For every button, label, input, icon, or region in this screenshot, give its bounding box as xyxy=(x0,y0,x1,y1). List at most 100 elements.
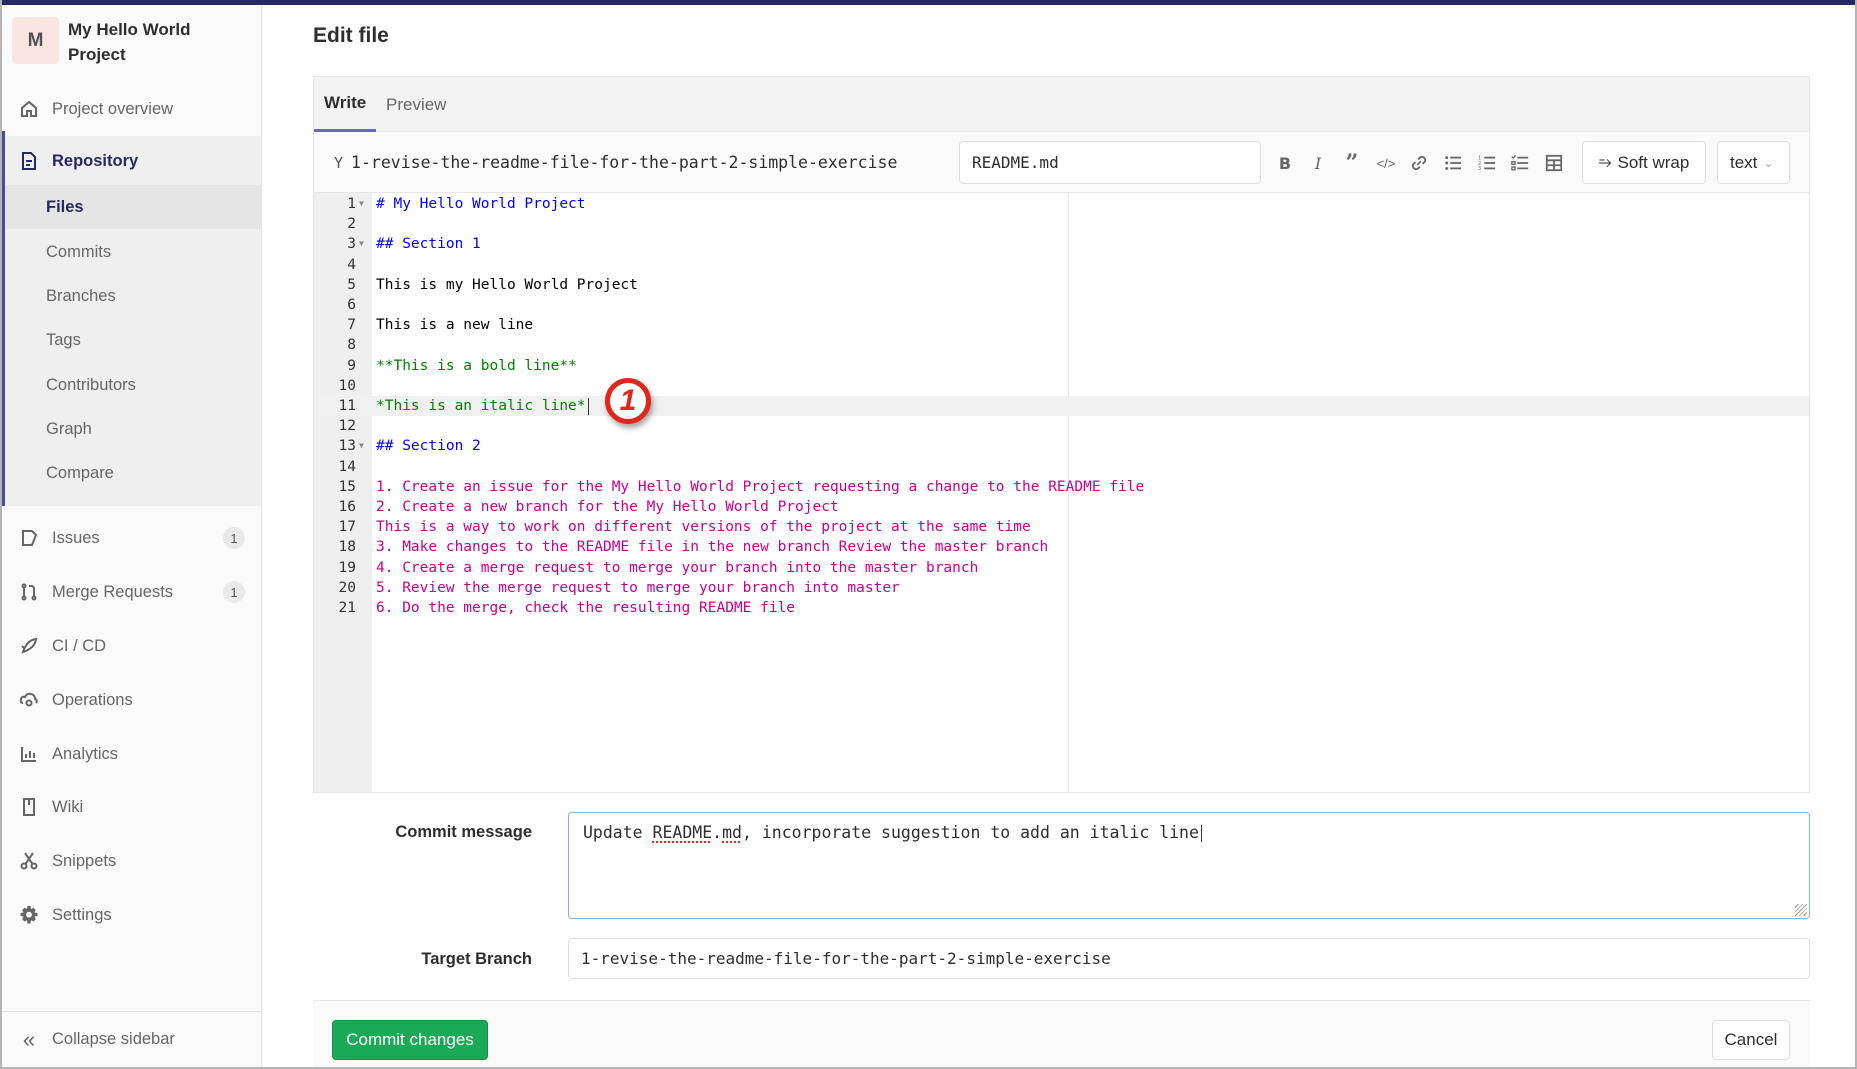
sidebar-item-label: Wiki xyxy=(52,797,84,816)
code-line[interactable]: 9 **This is a bold line** xyxy=(314,356,1809,376)
line-text: 5. Review the merge request to merge you… xyxy=(376,578,900,598)
form-actions: Commit changes Cancel xyxy=(313,1000,1810,1067)
bold-button[interactable]: B xyxy=(1272,150,1298,176)
soft-wrap-button[interactable]: ⥱ Soft wrap xyxy=(1582,141,1706,184)
code-line[interactable]: 11 *This is an italic line* xyxy=(314,396,1809,416)
subnav-item-commits[interactable]: Commits xyxy=(2,230,261,274)
line-number: 5 xyxy=(347,276,356,293)
code-line[interactable]: 14 xyxy=(314,457,1809,477)
sidebar-item-operations[interactable]: Operations xyxy=(2,675,261,725)
bulleted-list-button[interactable] xyxy=(1440,150,1466,176)
code-line[interactable]: 16 2. Create a new branch for the My Hell… xyxy=(314,497,1809,517)
table-button[interactable] xyxy=(1541,150,1567,176)
resize-handle[interactable] xyxy=(1795,904,1807,916)
commit-changes-button[interactable]: Commit changes xyxy=(332,1020,488,1060)
fold-toggle-icon[interactable]: ▼ xyxy=(359,234,364,254)
line-text: # My Hello World Project xyxy=(376,194,586,214)
subnav-item-graph[interactable]: Graph xyxy=(2,407,261,451)
sidebar-item-settings[interactable]: Settings xyxy=(2,890,261,940)
code-line[interactable]: 18 3. Make changes to the README file in … xyxy=(314,537,1809,557)
code-line[interactable]: 4 xyxy=(314,255,1809,275)
commit-text-suffix: , incorporate suggestion to add an itali… xyxy=(741,823,1199,842)
text-cursor xyxy=(587,397,589,415)
cancel-button[interactable]: Cancel xyxy=(1712,1020,1790,1060)
collapse-sidebar-button[interactable]: « Collapse sidebar xyxy=(2,1011,261,1067)
code-editor[interactable]: 1 ▼ # My Hello World Project 2 3 ▼ ## Section … xyxy=(314,193,1809,792)
code-line[interactable]: 13 ▼ ## Section 2 xyxy=(314,436,1809,456)
sidebar-item-snippets[interactable]: Snippets xyxy=(2,836,261,886)
sidebar-item-label: Settings xyxy=(52,905,112,924)
subnav-item-files[interactable]: Files xyxy=(2,185,261,229)
code-line[interactable]: 15 1. Create an issue for the My Hello Wo… xyxy=(314,477,1809,497)
task-list-icon xyxy=(1511,154,1529,171)
fold-toggle-icon[interactable]: ▼ xyxy=(359,436,364,456)
sidebar: M My Hello World Project Project overvie… xyxy=(2,5,262,1067)
quote-button[interactable]: ” xyxy=(1339,150,1365,176)
code-line[interactable]: 8 xyxy=(314,335,1809,355)
commit-message-textarea[interactable]: Update README.md, incorporate suggestion… xyxy=(568,812,1810,919)
sidebar-item-issues[interactable]: Issues 1 xyxy=(2,513,261,563)
document-icon xyxy=(18,150,40,172)
subnav-item-branches[interactable]: Branches xyxy=(2,274,261,318)
line-number: 6 xyxy=(347,297,356,313)
target-branch-input[interactable]: 1-revise-the-readme-file-for-the-part-2-… xyxy=(568,938,1810,979)
line-number: 16 xyxy=(338,499,356,515)
tab-preview[interactable]: Preview xyxy=(386,77,446,132)
line-number: 17 xyxy=(338,519,356,536)
sidebar-item-wiki[interactable]: Wiki xyxy=(2,782,261,832)
sidebar-item-analytics[interactable]: Analytics xyxy=(2,729,261,779)
code-line[interactable]: 7 This is a new line xyxy=(314,315,1809,335)
project-name[interactable]: My Hello World Project xyxy=(68,17,248,67)
code-line[interactable]: 5 This is my Hello World Project xyxy=(314,275,1809,295)
line-number: 7 xyxy=(347,317,356,334)
line-content: *This is an italic line* xyxy=(376,398,586,414)
sidebar-item-ci-cd[interactable]: CI / CD xyxy=(2,621,261,671)
italic-button[interactable]: I xyxy=(1305,150,1331,176)
annotation-marker-1: 1 xyxy=(605,378,651,424)
subnav-item-contributors[interactable]: Contributors xyxy=(2,363,261,407)
line-text: This is my Hello World Project xyxy=(376,275,638,295)
sidebar-item-label: Snippets xyxy=(52,851,117,870)
line-number: 4 xyxy=(347,256,356,273)
branch-name: 1-revise-the-readme-file-for-the-part-2-… xyxy=(351,153,898,172)
code-line[interactable]: 19 4. Create a merge request to merge you… xyxy=(314,558,1809,578)
link-button[interactable] xyxy=(1406,150,1432,176)
code-line[interactable]: 2 xyxy=(314,214,1809,234)
text-cursor xyxy=(1200,825,1202,842)
project-avatar[interactable]: M xyxy=(12,17,59,64)
fold-toggle-icon[interactable]: ▼ xyxy=(359,194,364,214)
sidebar-item-project-overview[interactable]: Project overview xyxy=(2,84,261,134)
commit-text-spell-2: md xyxy=(722,823,742,842)
task-list-button[interactable] xyxy=(1507,150,1533,176)
line-number: 21 xyxy=(338,600,356,616)
sidebar-item-repository[interactable]: Repository xyxy=(2,136,261,186)
code-line[interactable]: 1 ▼ # My Hello World Project xyxy=(314,194,1809,214)
code-line[interactable]: 21 6. Do the merge, check the resulting R… xyxy=(314,598,1809,618)
subnav-item-tags[interactable]: Tags xyxy=(2,318,261,362)
code-line[interactable]: 6 xyxy=(314,295,1809,315)
collapse-sidebar-label: Collapse sidebar xyxy=(52,1030,175,1048)
line-text: 1. Create an issue for the My Hello Worl… xyxy=(376,477,1144,497)
page-title: Edit file xyxy=(313,24,389,47)
editor-mode-select[interactable]: text ⌄ xyxy=(1717,141,1790,184)
code-button[interactable]: </> xyxy=(1373,150,1399,176)
code-line[interactable]: 12 xyxy=(314,416,1809,436)
subnav-item-compare[interactable]: Compare xyxy=(2,451,261,495)
sidebar-item-merge-requests[interactable]: Merge Requests 1 xyxy=(2,567,261,617)
line-text: This is a way to work on different versi… xyxy=(376,517,1031,537)
issues-count-badge: 1 xyxy=(223,527,245,549)
code-line[interactable]: 3 ▼ ## Section 1 xyxy=(314,234,1809,254)
numbered-list-button[interactable]: 123 xyxy=(1474,150,1500,176)
code-line[interactable]: 17 This is a way to work on different ver… xyxy=(314,517,1809,537)
line-text: This is a new line xyxy=(376,315,533,335)
bulleted-list-icon xyxy=(1445,156,1462,170)
code-line[interactable]: 10 xyxy=(314,376,1809,396)
top-navbar xyxy=(0,0,1857,5)
sidebar-item-label: Issues xyxy=(52,528,100,547)
bold-icon: B xyxy=(1278,153,1292,173)
line-number: 10 xyxy=(338,377,356,394)
code-line[interactable]: 20 5. Review the merge request to merge y… xyxy=(314,578,1809,598)
file-name-input[interactable]: README.md xyxy=(959,141,1261,184)
project-context-header[interactable]: M My Hello World Project xyxy=(2,5,261,72)
tab-write[interactable]: Write xyxy=(314,77,377,132)
